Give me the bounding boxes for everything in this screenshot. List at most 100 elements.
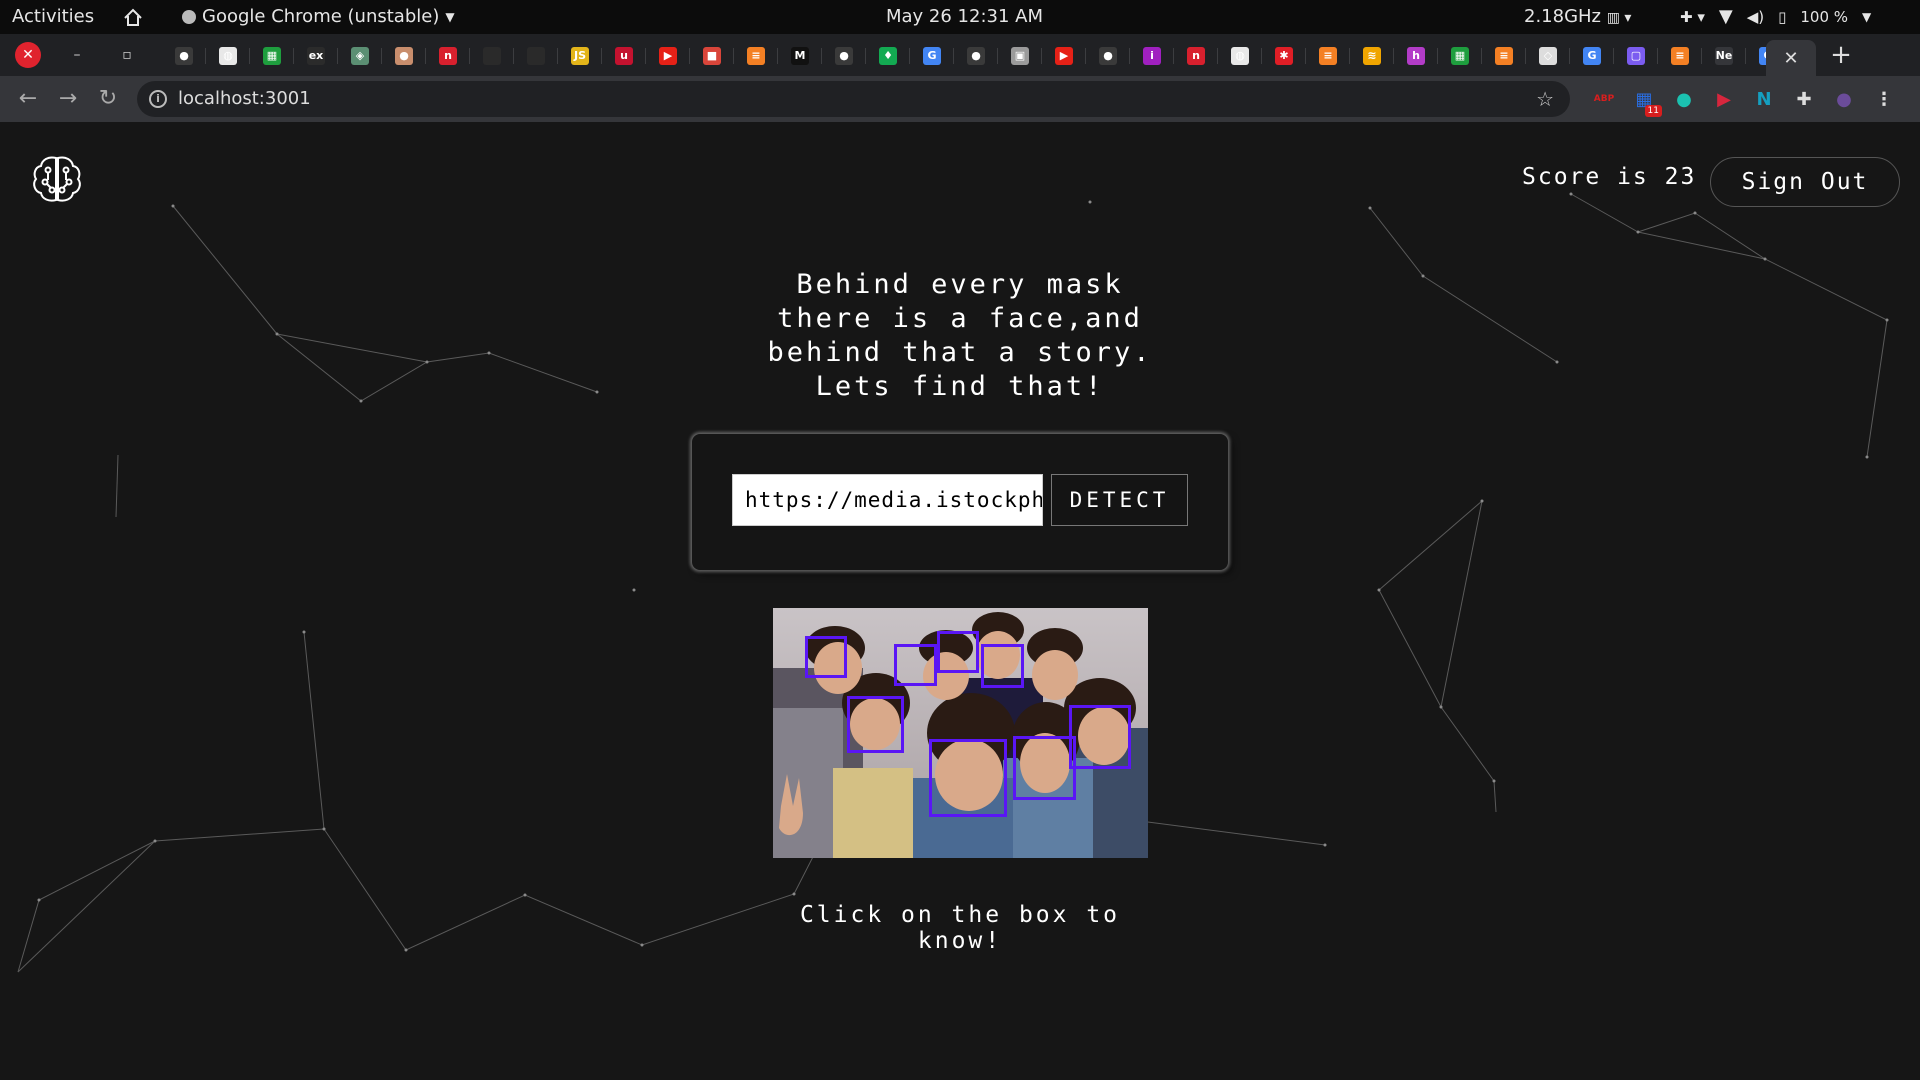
github-icon: ● [1099, 47, 1117, 65]
tab-github[interactable]: ● [162, 40, 206, 72]
cpu-indicator[interactable]: 2.18GHz ▥ ▾ [1524, 0, 1631, 34]
face-bounding-box[interactable] [894, 644, 937, 686]
activities-button[interactable]: Activities [12, 0, 94, 34]
grid-extension-icon[interactable]: ▦ 11 [1630, 85, 1662, 117]
bookmark-star-icon[interactable]: ☆ [1536, 81, 1554, 117]
globe-icon: ◍ [1231, 47, 1249, 65]
tab-info[interactable]: i [1130, 40, 1174, 72]
profile-avatar-glyph: ● [1836, 88, 1852, 110]
ne-icon: Ne [1715, 47, 1733, 65]
tab-n-red[interactable]: n [426, 40, 470, 72]
tab-github[interactable]: ● [954, 40, 998, 72]
window-close-icon[interactable]: ✕ [15, 42, 41, 68]
system-tray[interactable]: ✚ ▾ ▼ ◀) ▯ 100 % ▼ [1680, 0, 1871, 34]
tab-youtube[interactable]: ▶ [646, 40, 690, 72]
tab-avatar[interactable]: ● [382, 40, 426, 72]
tab-gear-red[interactable]: ✱ [1262, 40, 1306, 72]
tab-ne[interactable]: Ne [1702, 40, 1746, 72]
site-info-icon[interactable]: i [149, 90, 167, 108]
hint-text: Click on the box to know! [799, 902, 1121, 954]
h-icon: h [1407, 47, 1425, 65]
tab-photo[interactable]: ▣ [998, 40, 1042, 72]
headline-line: Lets find that! [815, 371, 1105, 402]
address-url[interactable]: localhost:3001 [178, 81, 311, 117]
puzzle-icon[interactable]: ✚ [1790, 85, 1818, 113]
window-minimize-icon[interactable]: – [64, 42, 90, 68]
tab-sheet[interactable]: ▦ [250, 40, 294, 72]
leaf-icon: ♦ [879, 47, 897, 65]
sign-out-button[interactable]: Sign Out [1710, 157, 1900, 207]
face-bounding-box[interactable] [1069, 705, 1131, 769]
face-bounding-box[interactable] [805, 636, 847, 678]
face-bounding-box[interactable] [929, 739, 1007, 817]
face-bounding-box[interactable] [1013, 736, 1076, 800]
photo-icon: ▣ [1011, 47, 1029, 65]
tab-google[interactable]: G [1570, 40, 1614, 72]
tab-n-red[interactable]: n [1174, 40, 1218, 72]
face-bounding-box[interactable] [937, 631, 979, 673]
back-arrow-icon[interactable]: ← [14, 85, 42, 113]
cpu-chip-icon: ▥ ▾ [1606, 10, 1632, 26]
battery-icon: ▯ [1778, 8, 1787, 26]
n-red-icon: n [1187, 47, 1205, 65]
tab-list: ●◍▦ex◈●nJSu▶■≡M●♦G●▣▶●in◍✱≡≋h▦≡◇G▢≡NeG [162, 40, 1790, 72]
headline-line: Behind every mask [796, 269, 1124, 300]
clock[interactable]: May 26 12:31 AM [886, 0, 1043, 34]
tab-bolt[interactable]: ≋ [1350, 40, 1394, 72]
accessibility-icon: ✚ ▾ [1680, 8, 1705, 26]
tab-u[interactable]: u [602, 40, 646, 72]
tab-globe[interactable]: ◍ [1218, 40, 1262, 72]
new-tab-button[interactable]: + [1826, 40, 1856, 70]
brain-logo-icon[interactable] [30, 152, 84, 206]
browser-tab-strip: ✕ – ▫ ● ◍ ▦ ex ◈ ● n JS u ▶ ■ ≡ M ● ♦ G ● ▣ ▶ ● i n ◍ ✱ ≡ ≋ h ▦ ≡ ◇ G ▢… [0, 34, 1920, 76]
tab-medium[interactable]: M [778, 40, 822, 72]
tab-github[interactable]: ● [822, 40, 866, 72]
app-menu[interactable]: Google Chrome (unstable) ▼ [182, 0, 455, 34]
window-restore-icon[interactable]: ▫ [114, 42, 140, 68]
tab-stackoverflow[interactable]: ≡ [734, 40, 778, 72]
tab-stackoverflow[interactable]: ≡ [1482, 40, 1526, 72]
home-icon[interactable] [122, 0, 148, 34]
u-icon: u [615, 47, 633, 65]
app-name: Google Chrome (unstable) [202, 6, 440, 27]
circle-extension-icon[interactable]: ● [1670, 85, 1698, 113]
tab-h[interactable]: h [1394, 40, 1438, 72]
video-extension-icon[interactable]: ▶ [1710, 85, 1738, 113]
chat-icon: ▢ [1627, 47, 1645, 65]
face-bounding-box[interactable] [981, 644, 1024, 688]
tab-blank[interactable] [514, 40, 558, 72]
face-bounding-box[interactable] [847, 696, 904, 753]
stackoverflow-icon: ≡ [1319, 47, 1337, 65]
tab-chat[interactable]: ▢ [1614, 40, 1658, 72]
tab-box[interactable]: ■ [690, 40, 734, 72]
tab-leaf[interactable]: ♦ [866, 40, 910, 72]
kebab-menu-icon[interactable]: ⋮ [1870, 85, 1898, 113]
tab-github[interactable]: ● [1086, 40, 1130, 72]
tab-stackoverflow[interactable]: ≡ [1306, 40, 1350, 72]
tab-sheet[interactable]: ▦ [1438, 40, 1482, 72]
chrome-icon [182, 10, 196, 24]
battery-percent: 100 % [1800, 8, 1849, 26]
github-icon: ● [835, 47, 853, 65]
n-extension-icon[interactable]: N [1750, 85, 1778, 113]
image-url-input[interactable]: https://media.istockphoto.com/photos/gro… [732, 474, 1043, 526]
tab-active[interactable]: ✕ [1766, 40, 1816, 76]
tab-codepen[interactable]: ◇ [1526, 40, 1570, 72]
stackoverflow-icon: ≡ [1671, 47, 1689, 65]
close-tab-icon[interactable]: ✕ [1783, 48, 1798, 69]
address-bar[interactable]: i localhost:3001 ☆ [137, 81, 1570, 117]
detect-button[interactable]: DETECT [1051, 474, 1188, 526]
blank-icon [483, 47, 501, 65]
tab-js[interactable]: JS [558, 40, 602, 72]
tab-google[interactable]: G [910, 40, 954, 72]
tab-blank[interactable] [470, 40, 514, 72]
forward-arrow-icon[interactable]: → [54, 85, 82, 113]
tab-globe[interactable]: ◍ [206, 40, 250, 72]
reload-icon[interactable]: ↻ [94, 85, 122, 113]
tab-youtube[interactable]: ▶ [1042, 40, 1086, 72]
tab-stackoverflow[interactable]: ≡ [1658, 40, 1702, 72]
profile-avatar-icon[interactable]: ● [1830, 85, 1858, 113]
adblock-icon[interactable]: ABP [1590, 85, 1618, 113]
tab-ex[interactable]: ex [294, 40, 338, 72]
tab-diamond[interactable]: ◈ [338, 40, 382, 72]
